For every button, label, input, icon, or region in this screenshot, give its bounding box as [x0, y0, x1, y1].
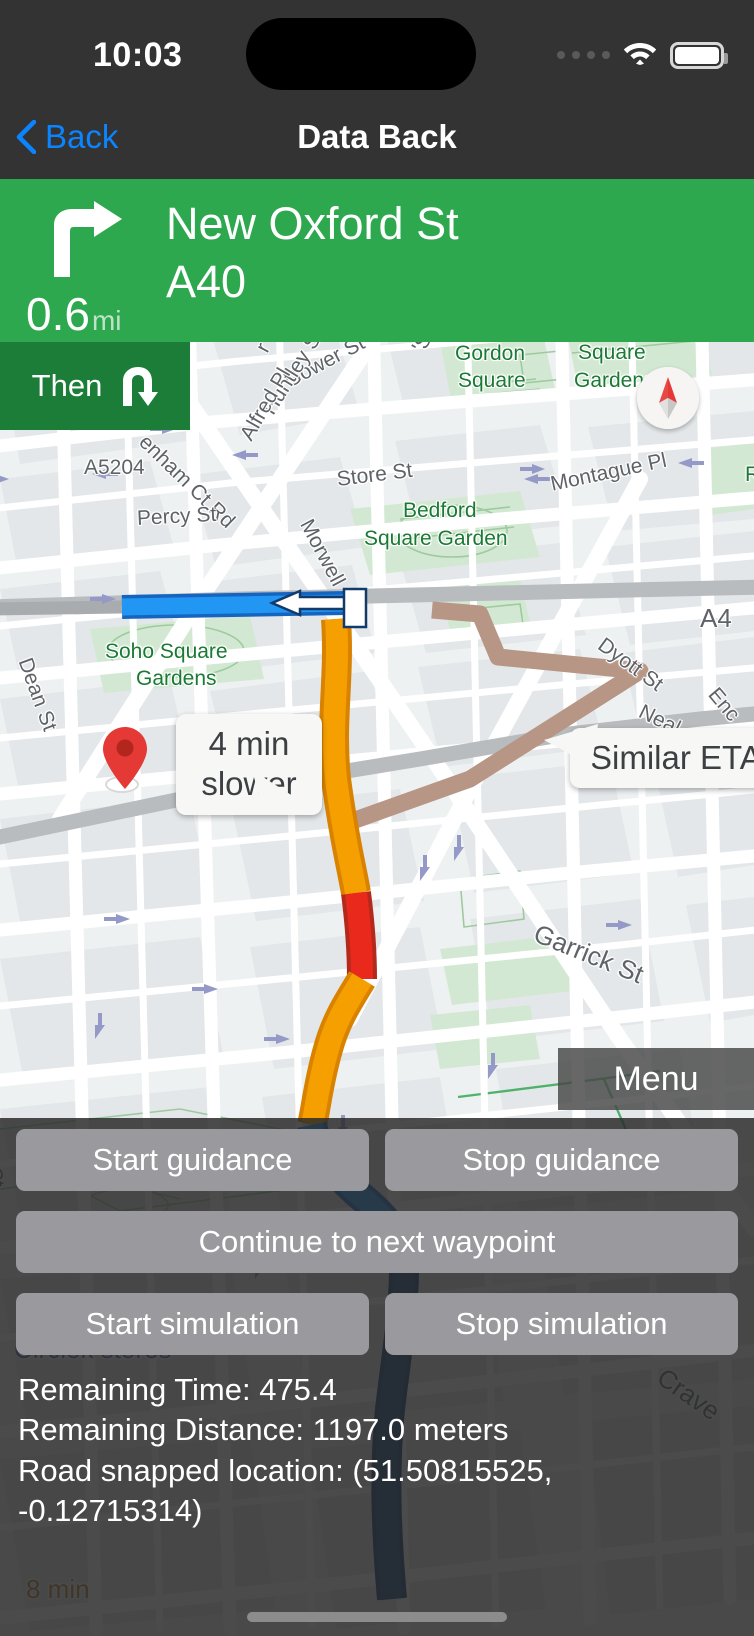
- back-button-label: Back: [45, 118, 119, 155]
- start-guidance-button[interactable]: Start guidance: [16, 1129, 369, 1191]
- remaining-distance-text: Remaining Distance: 1197.0 meters: [18, 1412, 509, 1448]
- status-time: 10:03: [93, 36, 183, 74]
- dynamic-island: [246, 18, 476, 90]
- stop-simulation-button[interactable]: Stop simulation: [385, 1293, 738, 1355]
- control-row-2: Continue to next waypoint: [0, 1211, 754, 1273]
- map-pin-icon[interactable]: [103, 727, 147, 789]
- remaining-time-text: Remaining Time: 475.4: [18, 1372, 337, 1407]
- compass-icon[interactable]: [637, 367, 699, 429]
- start-simulation-button[interactable]: Start simulation: [16, 1293, 369, 1355]
- chevron-left-icon: [16, 120, 36, 154]
- menu-button-label: Menu: [613, 1059, 699, 1098]
- callout-eta-line1: Similar ETA: [590, 739, 754, 776]
- distance-unit: mi: [91, 305, 122, 336]
- instruction-primary: New Oxford St: [166, 198, 459, 249]
- status-bar: 10:03: [0, 0, 754, 95]
- road-snapped-location-line1: Road snapped location: (51.50815525,: [18, 1452, 553, 1488]
- nav-bar: Data Back Back: [0, 95, 754, 179]
- distance-readout: 0.6 mi: [26, 287, 122, 341]
- continue-to-next-waypoint-button[interactable]: Continue to next waypoint: [16, 1211, 738, 1273]
- stop-guidance-button[interactable]: Stop guidance: [385, 1129, 738, 1191]
- menu-button[interactable]: Menu: [558, 1048, 754, 1110]
- distance-value: 0.6: [26, 288, 90, 340]
- wifi-icon: [623, 40, 657, 70]
- then-label: Then: [31, 368, 103, 403]
- turn-right-icon: [42, 201, 126, 277]
- phone-screen: Gower Str St'StGordonSquareSquareGardens…: [0, 0, 754, 1636]
- callout-slower-line1: 4 min: [208, 725, 290, 762]
- instruction-banner: 0.6 mi New Oxford St A40: [0, 179, 754, 342]
- battery-icon: [670, 41, 728, 69]
- home-indicator[interactable]: [247, 1612, 507, 1622]
- instruction-texts: New Oxford St A40: [166, 195, 459, 310]
- cellular-signal-icon: [557, 51, 610, 59]
- road-snapped-location-line2: -0.12715314): [18, 1492, 203, 1528]
- status-indicators: [557, 38, 728, 72]
- callout-eta-tail: [544, 724, 598, 766]
- control-panel: Start guidance Stop guidance Continue to…: [0, 1118, 754, 1636]
- back-button[interactable]: Back: [16, 95, 118, 179]
- then-banner: Then: [0, 342, 190, 430]
- u-turn-right-icon: [120, 366, 159, 406]
- instruction-secondary: A40: [166, 255, 247, 307]
- control-row-3: Start simulation Stop simulation: [0, 1293, 754, 1355]
- callout-slower-tail: [252, 770, 318, 812]
- control-row-1: Start guidance Stop guidance: [0, 1129, 754, 1191]
- info-readout: Remaining Time: 475.4 Remaining Distance…: [18, 1370, 738, 1531]
